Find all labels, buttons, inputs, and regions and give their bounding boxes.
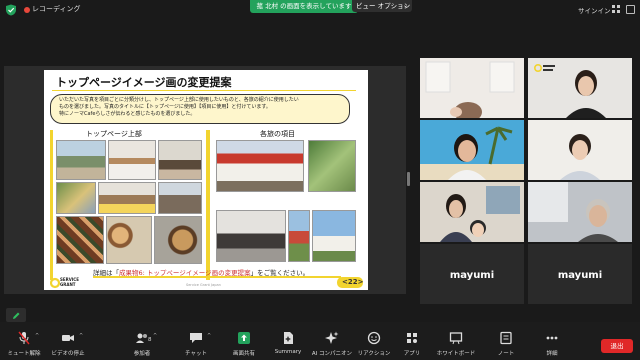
recording-label[interactable]: レコーディング — [32, 4, 81, 14]
description-line: いただいた写真を項目ごとに分類分けし、トップページ上部に使用したいものと、各旅の… — [59, 97, 299, 103]
logo-line: GRANT — [60, 281, 76, 287]
photo-people — [158, 140, 202, 180]
top-page-heading: トップページ上部 — [86, 130, 142, 138]
pencil-icon — [13, 312, 20, 319]
notes-icon — [500, 331, 512, 345]
video-tile-off[interactable]: mayumi — [420, 244, 524, 304]
whiteboard-label: ホワイトボード — [436, 351, 476, 357]
photo-snacks — [154, 216, 202, 264]
photo-hall — [216, 210, 286, 262]
photo-cafe — [108, 140, 156, 180]
participants-icon — [136, 333, 147, 343]
participant-video — [528, 182, 632, 242]
annotate-pencil-icon[interactable] — [6, 308, 26, 322]
meeting-toolbar: ^ ミュート解除 ^ ビデオの停止 ^ 参加者 ^ チャット 画面共有 Summ… — [0, 322, 640, 360]
more-label: 詳細 — [546, 351, 558, 357]
more-dots-icon — [546, 336, 558, 340]
slide-description: いただいた写真を項目ごとに分類分けし、トップページ上部に使用したいものと、各旅の… — [50, 94, 350, 124]
document-icon — [284, 332, 293, 344]
view-options-label: ビュー オプション — [356, 2, 411, 10]
photo-food — [106, 216, 152, 264]
chevron-up-icon[interactable]: ^ — [35, 333, 39, 339]
participant-video — [420, 58, 524, 118]
view-options-button[interactable]: ビュー オプション ⌄ — [352, 0, 412, 12]
video-tile[interactable] — [528, 58, 632, 118]
apps-icon — [407, 333, 417, 343]
more-button[interactable]: 詳細 — [530, 322, 574, 360]
gallery-grid-icon[interactable] — [612, 5, 620, 13]
photo-signboard — [312, 210, 356, 262]
detail-underline — [93, 276, 341, 278]
smiley-icon — [367, 331, 381, 345]
title-underline — [52, 90, 356, 91]
presentation-slide: トップページイメージ画の変更提案 いただいた写真を項目ごとに分類分けし、トップペ… — [44, 70, 368, 290]
participants-label: 参加者 — [133, 351, 151, 357]
video-tile[interactable] — [420, 182, 524, 242]
photo-house — [288, 210, 310, 262]
photo-children — [56, 182, 96, 214]
participant-video — [420, 120, 524, 180]
video-tile-active-speaker[interactable] — [420, 120, 524, 180]
chevron-down-icon: ⌄ — [402, 2, 408, 9]
photo-event — [158, 182, 202, 214]
video-tile[interactable] — [528, 120, 632, 180]
chevron-up-icon[interactable]: ^ — [153, 333, 157, 339]
security-shield-icon[interactable] — [5, 4, 17, 16]
photo-bento — [56, 216, 104, 264]
sign-in-link[interactable]: サインイン — [578, 5, 611, 15]
participant-video — [528, 120, 632, 180]
logo-wordmark: SERVICE GRANT — [60, 277, 79, 287]
participants-button[interactable]: ^ 参加者 — [120, 322, 164, 360]
description-line: ものを選びました。写真のタイトルに【トップページに使用】【項目に使用】と付けてい… — [59, 104, 271, 110]
recording-dot-icon — [24, 7, 30, 13]
video-camera-icon — [62, 335, 74, 341]
leave-button[interactable]: 退出 — [601, 339, 633, 353]
video-tile-off[interactable]: mayumi — [528, 244, 632, 304]
participant-name: mayumi — [449, 270, 495, 281]
photo-crowd — [98, 182, 156, 214]
participant-video — [420, 182, 524, 242]
description-line: 特にノーマCafeらしさが伝わると感じたものを選びました。 — [59, 111, 196, 117]
participant-count: 8 — [148, 337, 152, 343]
slide-title: トップページイメージ画の変更提案 — [56, 76, 232, 89]
sparkle-icon — [325, 331, 339, 344]
share-screen-icon — [238, 332, 250, 344]
whiteboard-icon — [449, 332, 463, 345]
screen-share-banner: 菰 北村 の画面を表示しています — [250, 0, 358, 13]
shared-screen: トップページイメージ画の変更提案 いただいた写真を項目ごとに分類分けし、トップペ… — [4, 66, 406, 294]
video-button[interactable]: ^ ビデオの停止 — [46, 322, 90, 360]
footer-credit: Service Grant Japan — [186, 283, 221, 287]
service-grant-logo — [534, 64, 555, 72]
participant-name: mayumi — [557, 270, 603, 281]
fullscreen-icon[interactable] — [626, 5, 635, 14]
video-tile[interactable] — [528, 182, 632, 242]
yellow-accent-bar — [206, 130, 210, 280]
items-heading: 各旅の項目 — [260, 130, 295, 138]
photo-restaurant-sign — [216, 140, 304, 192]
chevron-up-icon[interactable]: ^ — [207, 333, 211, 339]
chevron-up-icon[interactable]: ^ — [79, 333, 83, 339]
panel-resize-handle[interactable] — [407, 172, 410, 186]
whiteboard-button[interactable]: ホワイトボード — [434, 322, 478, 360]
page-number: <22> — [342, 278, 364, 286]
notes-button[interactable]: ノート — [484, 322, 528, 360]
chat-bubble-icon — [190, 333, 202, 343]
yellow-accent-bar — [50, 130, 53, 280]
photo-group — [56, 140, 106, 180]
video-tile[interactable] — [420, 58, 524, 118]
top-bar: レコーディング 菰 北村 の画面を表示しています ビュー オプション ⌄ サイン… — [0, 0, 640, 20]
photo-garden — [308, 140, 356, 192]
chat-button[interactable]: ^ チャット — [174, 322, 218, 360]
microphone-muted-icon — [18, 331, 30, 345]
video-label: ビデオの停止 — [51, 351, 85, 357]
